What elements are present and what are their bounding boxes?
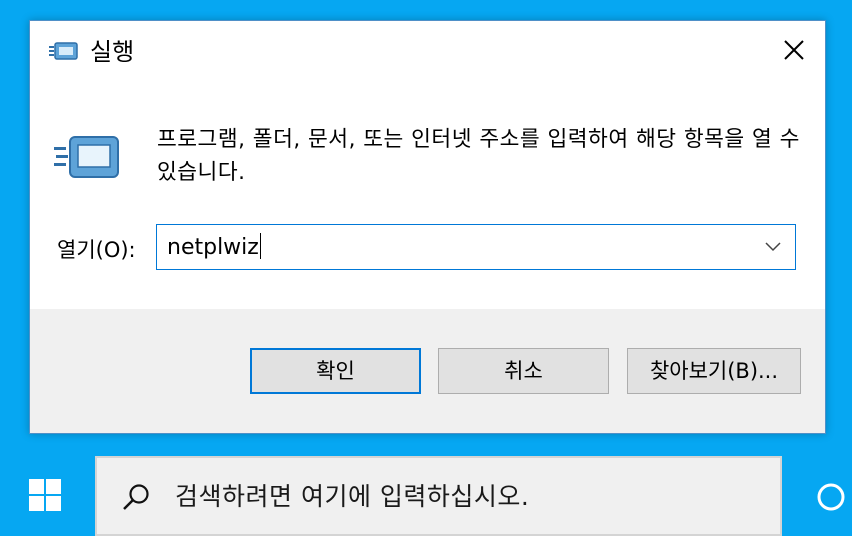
dialog-description: 프로그램, 폴더, 문서, 또는 인터넷 주소를 입력하여 해당 항목을 열 수… [157, 127, 800, 185]
search-icon [121, 482, 151, 512]
cancel-button[interactable]: 취소 [438, 348, 609, 394]
cortana-icon[interactable] [816, 482, 846, 512]
title-bar[interactable]: 실행 [30, 21, 825, 83]
button-bar: 확인 취소 찾아보기(B)... [30, 309, 825, 433]
browse-button[interactable]: 찾아보기(B)... [627, 348, 801, 394]
open-input[interactable]: netplwiz [167, 233, 261, 262]
open-combobox[interactable]: netplwiz [156, 224, 796, 270]
open-label: 열기(O): [57, 238, 136, 262]
close-icon [783, 39, 805, 65]
run-icon [48, 39, 78, 63]
open-input-value: netplwiz [167, 235, 259, 260]
run-dialog: 실행 프로그램, 폴더, 문서, 또는 인터넷 주소를 입력하여 해당 항목을 … [29, 20, 826, 434]
run-icon [52, 131, 122, 187]
search-placeholder: 검색하려면 여기에 입력하십시오. [175, 482, 530, 511]
close-button[interactable] [763, 21, 825, 83]
dialog-title: 실행 [90, 38, 135, 66]
text-caret [259, 233, 261, 259]
dialog-content: 프로그램, 폴더, 문서, 또는 인터넷 주소를 입력하여 해당 항목을 열 수… [30, 83, 825, 309]
taskbar-search-box[interactable]: 검색하려면 여기에 입력하십시오. [95, 456, 782, 536]
chevron-down-icon[interactable] [757, 225, 789, 269]
taskbar: 검색하려면 여기에 입력하십시오. [0, 452, 852, 536]
windows-start-icon[interactable] [29, 479, 61, 511]
ok-button[interactable]: 확인 [250, 348, 421, 394]
